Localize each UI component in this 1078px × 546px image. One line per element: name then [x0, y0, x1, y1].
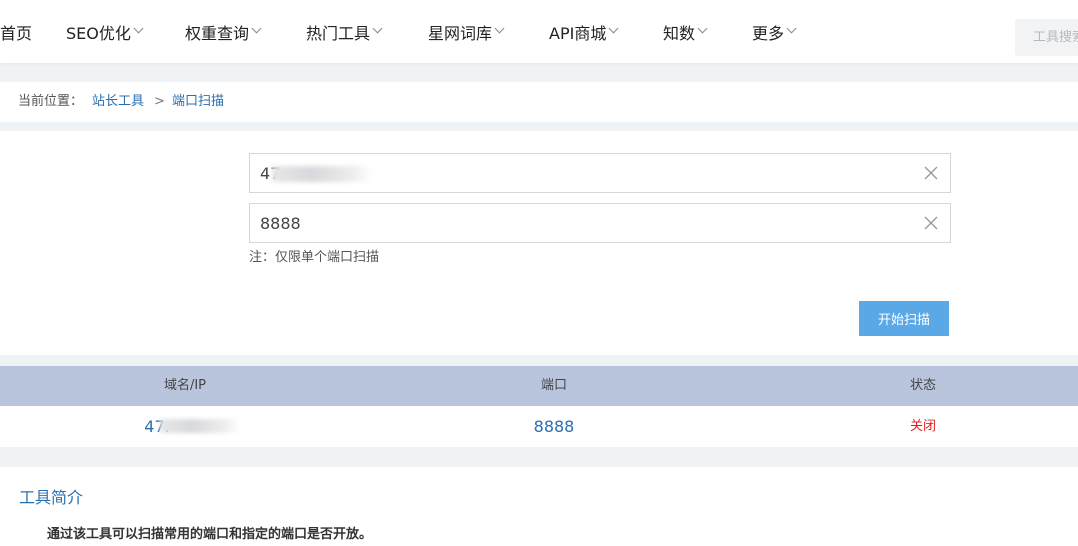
cell-host: 47. — [0, 406, 370, 447]
chevron-down-icon — [697, 23, 708, 34]
port-input[interactable] — [250, 204, 920, 242]
nav-item-label: 更多 — [752, 23, 785, 43]
intro-text: 通过该工具可以扫描常用的端口和指定的端口是否开放。 — [47, 527, 373, 542]
nav-item-label: 知数 — [663, 23, 696, 43]
breadcrumb-link-webmaster-tools[interactable]: 站长工具 — [92, 82, 144, 122]
nav-item-weight[interactable]: 权重查询 — [185, 0, 262, 63]
chevron-down-icon — [494, 23, 505, 34]
nav-item-label: 权重查询 — [185, 23, 250, 43]
scan-form-panel: 注：仅限单个端口扫描 开始扫描 — [0, 131, 1078, 355]
column-header-status: 状态 — [909, 378, 936, 393]
tool-search-input[interactable]: 工具搜索 — [1015, 19, 1078, 56]
redaction-blur — [272, 166, 372, 182]
nav-item-api-store[interactable]: API商城 — [549, 0, 619, 63]
chevron-down-icon — [133, 23, 144, 34]
cell-status: 关闭 — [909, 419, 936, 434]
nav-item-label: API商城 — [549, 23, 607, 43]
table-header: 域名/IP 端口 状态 — [0, 366, 1078, 406]
tool-intro-section: 工具简介 通过该工具可以扫描常用的端口和指定的端口是否开放。 — [0, 467, 1078, 546]
top-navigation: 首页 SEO优化 权重查询 热门工具 星网词库 API商城 知数 更多 工具搜索 — [0, 0, 1078, 63]
column-header-port: 端口 — [540, 378, 567, 393]
start-scan-button[interactable]: 开始扫描 — [859, 301, 949, 336]
chevron-down-icon — [251, 23, 262, 34]
results-table: 域名/IP 端口 状态 47. 8888 关闭 — [0, 366, 1078, 447]
breadcrumb: 当前位置： 站长工具 > 端口扫描 — [0, 82, 1078, 122]
nav-item-label: 首页 — [0, 23, 33, 43]
chevron-down-icon — [786, 23, 797, 34]
clear-host-icon[interactable] — [924, 166, 938, 180]
nav-item-more[interactable]: 更多 — [752, 0, 797, 63]
port-note: 注：仅限单个端口扫描 — [249, 250, 380, 265]
table-row: 47. 8888 关闭 — [0, 406, 1078, 447]
breadcrumb-prefix: 当前位置： — [18, 94, 84, 109]
nav-item-hot-tools[interactable]: 热门工具 — [306, 0, 383, 63]
chevron-down-icon — [608, 23, 619, 34]
nav-item-zhishu[interactable]: 知数 — [663, 0, 708, 63]
intro-title: 工具简介 — [19, 488, 84, 507]
nav-item-label: 星网词库 — [428, 23, 493, 43]
nav-item-home[interactable]: 首页 — [0, 0, 32, 63]
breadcrumb-link-port-scan[interactable]: 端口扫描 — [172, 82, 224, 122]
column-header-host: 域名/IP — [163, 378, 207, 393]
chevron-down-icon — [372, 23, 383, 34]
breadcrumb-separator: > — [154, 94, 165, 109]
port-field — [249, 203, 951, 243]
nav-item-label: SEO优化 — [66, 23, 131, 43]
nav-item-label: 热门工具 — [306, 23, 371, 43]
cell-port: 8888 — [533, 417, 575, 436]
redaction-blur — [160, 419, 240, 433]
nav-item-seo[interactable]: SEO优化 — [66, 0, 144, 63]
host-field — [249, 153, 951, 193]
nav-item-keyword-db[interactable]: 星网词库 — [428, 0, 505, 63]
clear-port-icon[interactable] — [924, 216, 938, 230]
